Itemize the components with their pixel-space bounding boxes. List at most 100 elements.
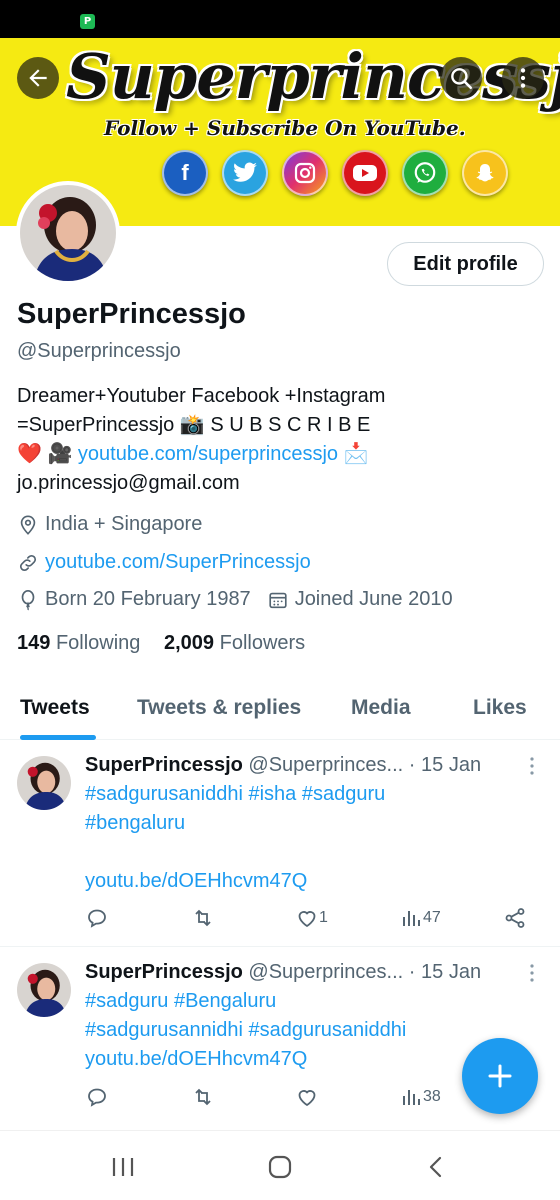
snapchat-icon bbox=[462, 150, 508, 196]
following-count: 149 bbox=[17, 632, 51, 654]
plus-icon bbox=[488, 1064, 512, 1088]
profile-location: India + Singapore bbox=[17, 513, 202, 536]
arrow-left-icon bbox=[29, 69, 47, 87]
like-button[interactable] bbox=[295, 1085, 319, 1109]
search-button[interactable] bbox=[440, 57, 482, 99]
tweet-link[interactable]: youtu.be/dOEHhcvm47Q bbox=[85, 1045, 475, 1074]
back-nav-icon[interactable] bbox=[424, 1155, 448, 1179]
reply-icon bbox=[88, 1088, 106, 1107]
like-count: 1 bbox=[319, 909, 328, 926]
display-name: SuperPrincessjo bbox=[17, 298, 246, 330]
views-icon bbox=[403, 911, 420, 926]
tweet-date: · 15 Jan bbox=[408, 961, 482, 983]
youtube-icon bbox=[342, 150, 388, 196]
view-count: 38 bbox=[423, 1088, 441, 1105]
bio-youtube-link[interactable]: youtube.com/superprincessjo bbox=[78, 443, 338, 465]
share-button[interactable] bbox=[503, 906, 527, 930]
tweet-actions: 1 47 bbox=[85, 906, 535, 934]
whatsapp-icon bbox=[402, 150, 448, 196]
tweet[interactable]: SuperPrincessjo @Superprinces... · 15 Ja… bbox=[0, 740, 560, 946]
avatar-image bbox=[20, 185, 116, 281]
tweet-header: SuperPrincessjo @Superprinces... · 15 Ja… bbox=[85, 754, 481, 777]
tab-tweets[interactable]: Tweets bbox=[20, 696, 90, 720]
bio-email: jo.princessjo@gmail.com bbox=[17, 472, 240, 494]
profile-bio: Dreamer+Youtuber Facebook +Instagram =Su… bbox=[17, 382, 537, 498]
tweet-body: #sadgurusaniddhi #isha #sadguru #bengalu… bbox=[85, 780, 485, 896]
tweet-body: #sadguru #Bengaluru #sadgurusannidhi #sa… bbox=[85, 987, 475, 1074]
tab-tweets-replies[interactable]: Tweets & replies bbox=[137, 696, 301, 720]
share-icon bbox=[505, 908, 525, 928]
calendar-icon bbox=[269, 592, 287, 608]
compose-tweet-button[interactable] bbox=[462, 1038, 538, 1114]
banner-social-icons: f bbox=[162, 150, 508, 196]
reply-button[interactable] bbox=[85, 1085, 109, 1109]
more-vertical-icon bbox=[520, 68, 526, 88]
tweet-avatar[interactable] bbox=[17, 963, 71, 1017]
website-link[interactable]: youtube.com/SuperPrincessjo bbox=[45, 551, 311, 574]
avatar-image bbox=[17, 963, 71, 1017]
tweet-link[interactable]: youtu.be/dOEHhcvm47Q bbox=[85, 867, 485, 896]
bio-line: Dreamer+Youtuber Facebook +Instagram bbox=[17, 385, 386, 407]
back-button[interactable] bbox=[17, 57, 59, 99]
profile-dates: Born 20 February 1987 Joined June 2010 bbox=[17, 588, 453, 611]
follow-stats: 149 Following 2,009 Followers bbox=[17, 632, 305, 655]
notification-app-icon: P bbox=[80, 14, 95, 29]
followers-count: 2,009 bbox=[163, 632, 215, 654]
following-link[interactable]: 149 Following bbox=[17, 632, 140, 654]
retweet-icon bbox=[195, 909, 211, 927]
search-icon bbox=[451, 68, 473, 90]
tweet-avatar[interactable] bbox=[17, 756, 71, 810]
followers-link[interactable]: 2,009 Followers bbox=[164, 632, 305, 654]
tweet-hashtags[interactable]: #sadgurusannidhi #sadgurusaniddhi bbox=[85, 1016, 475, 1045]
tweet-more-icon[interactable] bbox=[525, 754, 539, 778]
recent-apps-icon[interactable] bbox=[110, 1155, 136, 1179]
tweet-author-handle: @Superprinces... bbox=[248, 754, 404, 776]
profile-tabs: Tweets Tweets & replies Media Likes bbox=[0, 684, 560, 740]
home-icon[interactable] bbox=[266, 1155, 294, 1179]
twitter-icon bbox=[222, 150, 268, 196]
born-text: Born 20 February 1987 bbox=[45, 588, 251, 610]
user-handle: @Superprincessjo bbox=[17, 340, 181, 362]
joined-text: Joined June 2010 bbox=[294, 588, 453, 610]
retweet-icon bbox=[195, 1088, 211, 1106]
tab-likes[interactable]: Likes bbox=[473, 696, 527, 720]
view-count: 47 bbox=[423, 909, 441, 926]
edit-profile-button[interactable]: Edit profile bbox=[387, 242, 544, 286]
profile-website: youtube.com/SuperPrincessjo bbox=[17, 551, 311, 574]
heart-icon bbox=[298, 1090, 316, 1107]
bio-line: ❤️ 🎥 youtube.com/superprincessjo 📩 bbox=[17, 440, 537, 469]
tweet-hashtags[interactable]: #sadguru #Bengaluru bbox=[85, 987, 475, 1016]
link-icon bbox=[19, 554, 37, 571]
tweet-date: · 15 Jan bbox=[408, 754, 482, 776]
status-bar: P bbox=[0, 0, 560, 38]
tweet-hashtags[interactable]: #sadgurusaniddhi #isha #sadguru bbox=[85, 780, 485, 809]
heart-icon bbox=[298, 911, 316, 928]
views-icon bbox=[403, 1090, 420, 1105]
system-navigation-bar bbox=[0, 1130, 560, 1200]
tab-media[interactable]: Media bbox=[351, 696, 411, 720]
tweet-author-name[interactable]: SuperPrincessjo bbox=[85, 961, 243, 983]
balloon-icon bbox=[21, 589, 35, 610]
tweet-header: SuperPrincessjo @Superprinces... · 15 Ja… bbox=[85, 961, 481, 984]
more-options-button[interactable] bbox=[502, 57, 544, 99]
bio-line: =SuperPrincessjo 📸 S U B S C R I B E bbox=[17, 414, 371, 436]
tweet-hashtags[interactable]: #bengaluru bbox=[85, 809, 485, 838]
views-button[interactable]: 38 bbox=[399, 1085, 441, 1109]
views-button[interactable]: 47 bbox=[399, 906, 441, 930]
bio-emoji: ❤️ 🎥 bbox=[17, 443, 78, 465]
like-button[interactable]: 1 bbox=[295, 906, 328, 930]
instagram-icon bbox=[282, 150, 328, 196]
tweet-author-handle: @Superprinces... bbox=[248, 961, 404, 983]
location-text: India + Singapore bbox=[45, 513, 203, 535]
bio-emoji: 📩 bbox=[338, 443, 369, 465]
tweet-more-icon[interactable] bbox=[525, 961, 539, 985]
location-pin-icon bbox=[20, 514, 36, 535]
retweet-button[interactable] bbox=[191, 906, 215, 930]
profile-avatar[interactable] bbox=[16, 181, 120, 285]
facebook-icon: f bbox=[162, 150, 208, 196]
reply-button[interactable] bbox=[85, 906, 109, 930]
retweet-button[interactable] bbox=[191, 1085, 215, 1109]
banner-subtitle: Follow + Subscribe On YouTube. bbox=[104, 116, 466, 140]
tweet-author-name[interactable]: SuperPrincessjo bbox=[85, 754, 243, 776]
